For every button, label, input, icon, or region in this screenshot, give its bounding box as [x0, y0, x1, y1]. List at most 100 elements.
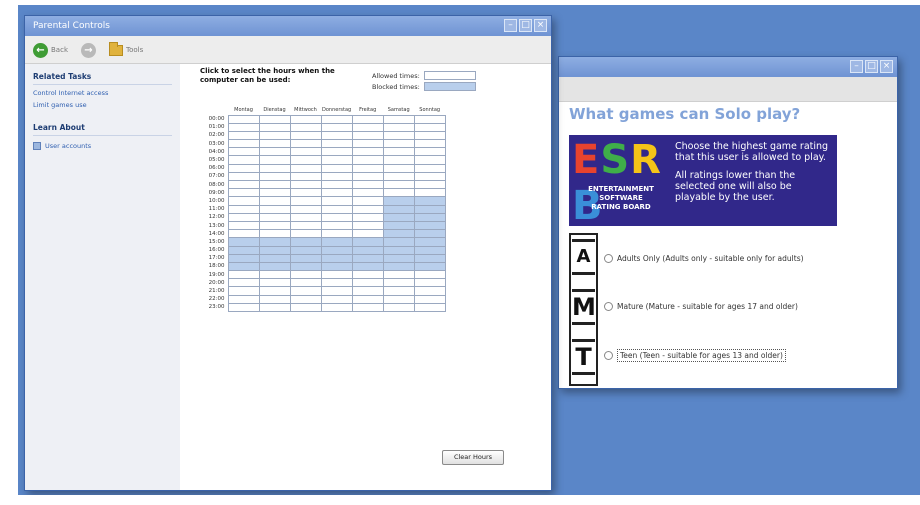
allowed-hour-cell[interactable] [289, 155, 322, 165]
maximize-icon[interactable]: □ [519, 19, 532, 32]
allowed-hour-cell[interactable] [227, 122, 260, 132]
radio-button[interactable] [604, 254, 613, 263]
related-task-link[interactable]: Limit games use [33, 101, 172, 109]
allowed-hour-cell[interactable] [227, 147, 260, 157]
allowed-hour-cell[interactable] [320, 294, 353, 304]
allowed-hour-cell[interactable] [413, 130, 446, 141]
blocked-hour-cell[interactable] [289, 237, 322, 247]
allowed-hour-cell[interactable] [382, 114, 415, 124]
allowed-hour-cell[interactable] [289, 294, 322, 304]
allowed-hour-cell[interactable] [227, 155, 260, 165]
allowed-hour-cell[interactable] [227, 188, 260, 198]
blocked-hour-cell[interactable] [413, 212, 446, 222]
allowed-hour-cell[interactable] [227, 171, 260, 182]
blocked-hour-cell[interactable] [382, 204, 415, 214]
allowed-hour-cell[interactable] [351, 212, 384, 222]
allowed-hour-cell[interactable] [413, 171, 446, 182]
blocked-hour-cell[interactable] [413, 253, 446, 263]
allowed-hour-cell[interactable] [227, 270, 260, 280]
allowed-hour-cell[interactable] [258, 130, 291, 141]
allowed-hour-cell[interactable] [227, 229, 260, 239]
blocked-hour-cell[interactable] [351, 237, 384, 247]
forward-button[interactable]: → [81, 42, 96, 58]
allowed-hour-cell[interactable] [258, 139, 291, 149]
allowed-hour-cell[interactable] [351, 171, 384, 182]
allowed-hour-cell[interactable] [413, 270, 446, 280]
allowed-hour-cell[interactable] [382, 188, 415, 198]
allowed-hour-cell[interactable] [351, 220, 384, 231]
allowed-hour-cell[interactable] [320, 130, 353, 141]
allowed-hour-cell[interactable] [413, 114, 446, 124]
allowed-hour-cell[interactable] [258, 278, 291, 288]
title-bar[interactable]: Parental Controls – □ × [25, 16, 551, 36]
allowed-hour-cell[interactable] [351, 139, 384, 149]
allowed-hour-cell[interactable] [227, 302, 260, 313]
allowed-hour-cell[interactable] [351, 114, 384, 124]
allowed-hour-cell[interactable] [320, 196, 353, 206]
blocked-hour-cell[interactable] [258, 237, 291, 247]
allowed-hour-cell[interactable] [289, 286, 322, 296]
allowed-hour-cell[interactable] [289, 196, 322, 206]
related-task-link[interactable]: Control Internet access [33, 89, 172, 97]
blocked-hour-cell[interactable] [227, 253, 260, 263]
folder-button[interactable]: Tools [109, 41, 143, 58]
allowed-hour-cell[interactable] [320, 188, 353, 198]
allowed-hour-cell[interactable] [289, 278, 322, 288]
allowed-hour-cell[interactable] [351, 286, 384, 296]
allowed-hour-cell[interactable] [413, 294, 446, 304]
allowed-hour-cell[interactable] [289, 270, 322, 280]
allowed-hour-cell[interactable] [351, 302, 384, 313]
allowed-hour-cell[interactable] [382, 163, 415, 173]
allowed-hour-cell[interactable] [227, 163, 260, 173]
allowed-hour-cell[interactable] [413, 147, 446, 157]
allowed-hour-cell[interactable] [289, 130, 322, 141]
allowed-hour-cell[interactable] [320, 163, 353, 173]
allowed-hour-cell[interactable] [258, 114, 291, 124]
rating-option-mature[interactable]: Mature (Mature - suitable for ages 17 an… [604, 302, 798, 311]
allowed-hour-cell[interactable] [289, 220, 322, 231]
blocked-hour-cell[interactable] [320, 237, 353, 247]
allowed-hour-cell[interactable] [351, 229, 384, 239]
allowed-hour-cell[interactable] [227, 212, 260, 222]
allowed-hour-cell[interactable] [413, 155, 446, 165]
blocked-hour-cell[interactable] [413, 261, 446, 272]
blocked-hour-cell[interactable] [289, 245, 322, 255]
blocked-hour-cell[interactable] [382, 261, 415, 272]
allowed-hour-cell[interactable] [289, 229, 322, 239]
allowed-hour-cell[interactable] [289, 302, 322, 313]
allowed-hour-cell[interactable] [258, 286, 291, 296]
blocked-hour-cell[interactable] [351, 261, 384, 272]
allowed-hour-cell[interactable] [289, 204, 322, 214]
blocked-hour-cell[interactable] [382, 220, 415, 231]
allowed-hour-cell[interactable] [227, 114, 260, 124]
allowed-hour-cell[interactable] [320, 212, 353, 222]
allowed-hour-cell[interactable] [320, 155, 353, 165]
blocked-hour-cell[interactable] [258, 245, 291, 255]
blocked-hour-cell[interactable] [289, 261, 322, 272]
allowed-hour-cell[interactable] [289, 147, 322, 157]
allowed-hour-cell[interactable] [258, 229, 291, 239]
allowed-hour-cell[interactable] [227, 196, 260, 206]
allowed-hour-cell[interactable] [320, 286, 353, 296]
allowed-hour-cell[interactable] [413, 139, 446, 149]
allowed-hour-cell[interactable] [382, 179, 415, 190]
allowed-hour-cell[interactable] [413, 122, 446, 132]
allowed-hour-cell[interactable] [258, 302, 291, 313]
allowed-hour-cell[interactable] [258, 204, 291, 214]
allowed-hour-cell[interactable] [382, 171, 415, 182]
close-icon[interactable]: × [880, 60, 893, 73]
allowed-hour-cell[interactable] [351, 163, 384, 173]
allowed-hour-cell[interactable] [320, 229, 353, 239]
clear-hours-button[interactable]: Clear Hours [442, 450, 504, 465]
allowed-hour-cell[interactable] [382, 286, 415, 296]
allowed-hour-cell[interactable] [320, 270, 353, 280]
radio-button[interactable] [604, 351, 613, 360]
blocked-hour-cell[interactable] [351, 245, 384, 255]
allowed-hour-cell[interactable] [227, 286, 260, 296]
allowed-hour-cell[interactable] [227, 179, 260, 190]
allowed-hour-cell[interactable] [289, 171, 322, 182]
allowed-hour-cell[interactable] [320, 220, 353, 231]
allowed-hour-cell[interactable] [320, 179, 353, 190]
allowed-hour-cell[interactable] [258, 212, 291, 222]
blocked-hour-cell[interactable] [382, 245, 415, 255]
